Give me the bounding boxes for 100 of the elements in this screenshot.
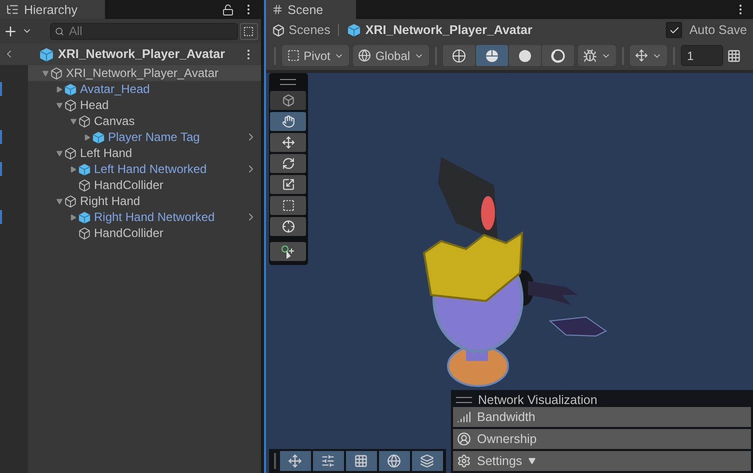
hand-tool-button[interactable] <box>270 112 306 131</box>
scale-tool-button[interactable] <box>270 175 306 194</box>
shading-button[interactable] <box>476 45 508 66</box>
shading-button[interactable] <box>443 45 476 66</box>
lock-icon[interactable] <box>222 4 234 16</box>
rotate-icon <box>282 157 295 170</box>
tree-item-label: Right Hand Networked <box>94 210 215 224</box>
tree-item[interactable]: Right Hand <box>28 193 261 209</box>
overlay-toggle-label: Bandwidth <box>477 410 536 424</box>
globe-button[interactable] <box>378 451 410 471</box>
tree-item[interactable]: Left Hand <box>28 145 261 161</box>
collapsed-arrow-icon[interactable] <box>70 214 76 220</box>
hierarchy-icon <box>6 3 19 16</box>
move-tool-button[interactable] <box>270 133 306 152</box>
collapsed-arrow-icon[interactable] <box>70 166 76 172</box>
layers-button[interactable] <box>412 451 443 471</box>
cube-icon <box>78 178 91 192</box>
sliders-icon <box>321 454 336 468</box>
shaded-wireframe-sphere-icon <box>485 48 500 62</box>
expanded-arrow-icon[interactable] <box>56 198 62 204</box>
overlay-toggle-label: Ownership <box>477 432 537 446</box>
search-field[interactable]: All <box>50 22 238 40</box>
drag-handle-icon[interactable] <box>280 79 296 85</box>
overlay-toggle[interactable]: Bandwidth <box>453 407 751 427</box>
tree-item-label: Canvas <box>94 114 135 128</box>
transform-tool-button[interactable] <box>270 217 306 236</box>
grid-button[interactable] <box>346 451 377 471</box>
expanded-arrow-icon[interactable] <box>42 70 48 76</box>
sliders-button[interactable] <box>312 451 344 471</box>
move-icon <box>288 454 302 468</box>
grid-icon[interactable] <box>727 48 742 62</box>
auto-save-checkbox[interactable] <box>666 22 682 38</box>
scene-search-button[interactable] <box>240 22 258 40</box>
prefab-cube-icon <box>92 130 105 144</box>
tree-item-label: Left Hand <box>80 146 132 160</box>
gizmos-dropdown[interactable] <box>578 45 616 66</box>
collapsed-arrow-icon[interactable] <box>84 134 90 140</box>
gizmo-tools-dropdown[interactable] <box>630 45 668 66</box>
hierarchy-tab[interactable]: Hierarchy <box>0 0 105 19</box>
grid-icon <box>354 454 368 468</box>
prefab-cube-icon <box>78 162 91 176</box>
bug-icon <box>583 48 598 62</box>
prefab-cube-icon <box>78 210 91 224</box>
signal-bars-icon <box>457 410 471 424</box>
move-button[interactable] <box>280 451 311 471</box>
prefab-cube-icon <box>347 23 362 37</box>
tree-item-label: Avatar_Head <box>80 82 150 96</box>
tree-item-label: Left Hand Networked <box>94 162 207 176</box>
tree-item-label: Player Name Tag <box>108 130 200 144</box>
globe-icon <box>358 49 372 62</box>
wireframe-sphere-icon <box>452 48 466 62</box>
rect-tool-button[interactable] <box>270 196 306 215</box>
expanded-arrow-icon[interactable] <box>56 150 62 156</box>
tree-item-label: Head <box>80 98 109 112</box>
overlay-toggle[interactable]: Settings <box>453 451 751 471</box>
custom-tool-button[interactable] <box>270 242 306 261</box>
sphere-icon <box>518 48 532 62</box>
overlay-title: Network Visualization <box>478 392 598 406</box>
shading-button[interactable] <box>509 45 542 66</box>
tree-item[interactable]: XRI_Network_Player_Avatar <box>28 65 261 81</box>
tree-item[interactable]: HandCollider <box>28 225 261 241</box>
rotate-tool-button[interactable] <box>270 154 306 173</box>
tree-item[interactable]: Canvas <box>28 113 261 129</box>
cube-icon <box>64 146 77 160</box>
pivot-dropdown[interactable]: Pivot <box>282 45 350 66</box>
shading-button[interactable] <box>542 45 574 66</box>
breadcrumb-link[interactable]: Scenes <box>288 23 330 37</box>
rect-icon <box>282 199 295 212</box>
tree-item[interactable]: Head <box>28 97 261 113</box>
cube-icon <box>64 98 77 112</box>
overlay-toggle[interactable]: Ownership <box>453 429 751 449</box>
pivot-icon <box>286 49 300 62</box>
frame-icon <box>243 26 254 36</box>
breadcrumb-current: XRI_Network_Player_Avatar <box>365 23 532 37</box>
tree-item[interactable]: Right Hand Networked <box>28 209 261 225</box>
auto-save-label: Auto Save <box>689 23 747 37</box>
tree-item[interactable]: Avatar_Head <box>28 81 261 97</box>
expanded-arrow-icon[interactable] <box>70 118 76 124</box>
tree-item-label: HandCollider <box>94 178 164 192</box>
tree-item[interactable]: Player Name Tag <box>28 129 261 145</box>
check-icon <box>668 24 680 36</box>
move-icon <box>282 136 295 149</box>
scene-tab[interactable]: Scene <box>266 0 356 19</box>
move-icon <box>635 49 648 62</box>
drag-handle-icon[interactable] <box>456 396 472 402</box>
snap-value-field[interactable]: 1 <box>681 45 724 66</box>
tree-item[interactable]: HandCollider <box>28 177 261 193</box>
scenes-icon <box>272 24 285 36</box>
globe-icon <box>387 454 402 468</box>
cube-icon <box>282 94 295 107</box>
overlay-toggle-label: Settings <box>477 454 522 468</box>
cube-icon <box>50 66 63 80</box>
orientation-button[interactable] <box>270 91 306 110</box>
collapsed-arrow-icon[interactable] <box>56 86 62 92</box>
add-icon[interactable] <box>3 24 18 38</box>
layers-icon <box>420 454 434 468</box>
hand-icon <box>282 115 295 128</box>
global-dropdown[interactable]: Global <box>353 45 430 66</box>
tree-item[interactable]: Left Hand Networked <box>28 161 261 177</box>
expanded-arrow-icon[interactable] <box>56 102 62 108</box>
